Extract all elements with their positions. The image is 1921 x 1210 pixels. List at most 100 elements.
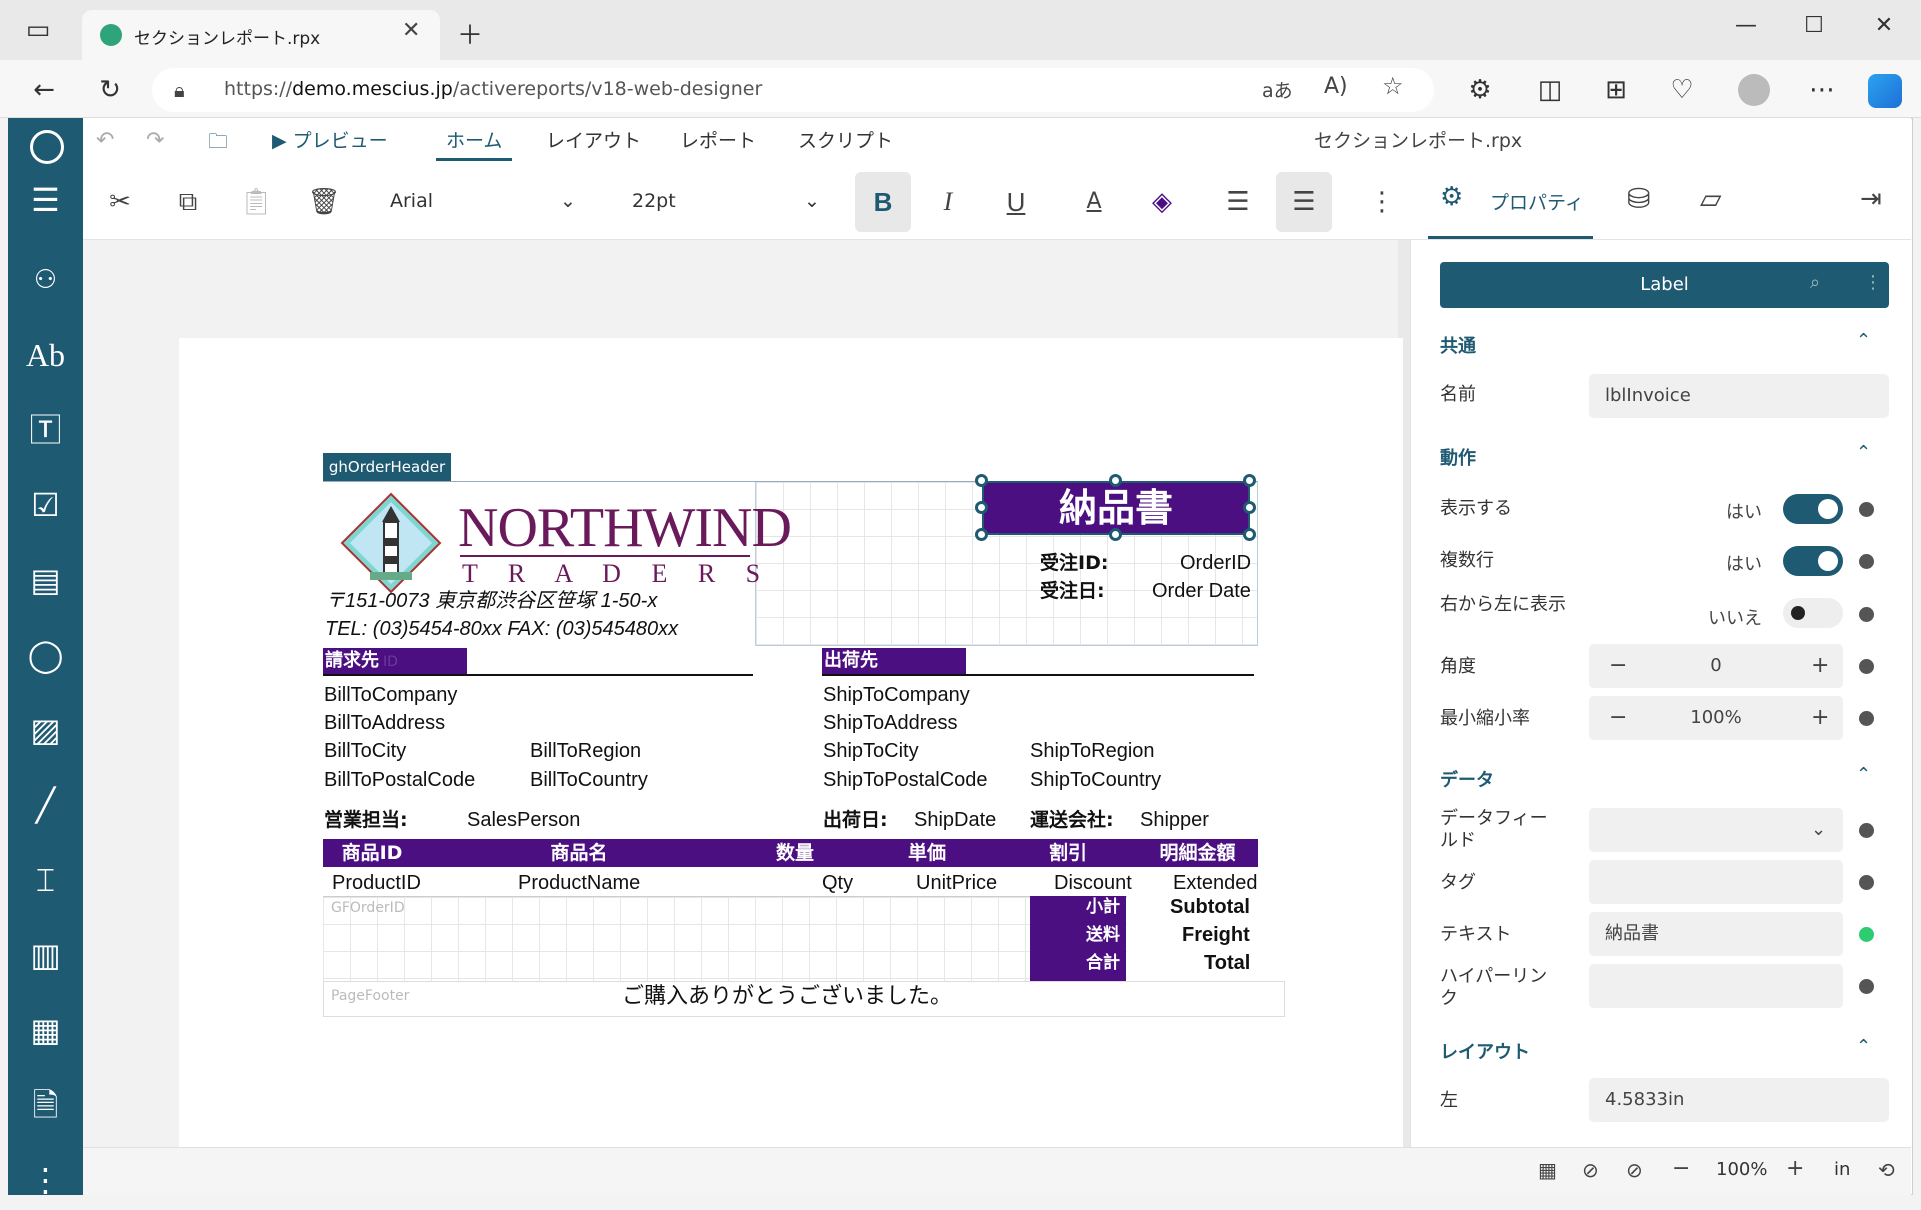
left-input[interactable]: 4.5833in — [1589, 1078, 1889, 1122]
tab-close-icon[interactable]: ✕ — [402, 18, 420, 43]
font-color-icon[interactable]: A — [1066, 172, 1122, 232]
ship-postal[interactable]: ShipToPostalCode — [823, 767, 988, 793]
control-type-bar[interactable]: Label ⌕ ⋮ — [1440, 262, 1889, 308]
increment-icon[interactable]: + — [1811, 644, 1829, 688]
visible-reset-dot[interactable] — [1859, 502, 1874, 517]
hyperlink-input[interactable] — [1589, 964, 1843, 1008]
order-id-label[interactable]: 受注ID: — [1040, 550, 1108, 576]
minimize-icon[interactable]: — — [1724, 4, 1768, 48]
background-color-icon[interactable]: ◈ — [1134, 172, 1190, 232]
bill-country[interactable]: BillToCountry — [530, 767, 648, 793]
col-header-unit-price[interactable]: 単価 — [855, 839, 999, 867]
freight-label[interactable]: 送料 — [1086, 922, 1120, 948]
paste-icon[interactable]: 📋︎ — [228, 172, 284, 232]
copilot-icon[interactable] — [1868, 74, 1902, 108]
chevron-up-icon[interactable]: ⌃ — [1856, 1036, 1871, 1057]
url-field[interactable]: 🔒︎ https://demo.mescius.jp/activereports… — [152, 68, 1434, 112]
bill-company[interactable]: BillToCompany — [324, 682, 457, 708]
label-tool-icon[interactable]: Ab — [8, 325, 83, 385]
kebab-menu-icon[interactable]: ⋮ — [1864, 272, 1882, 293]
hyperlink-reset-dot[interactable] — [1859, 979, 1874, 994]
bill-address[interactable]: BillToAddress — [324, 710, 445, 736]
chevron-up-icon[interactable]: ⌃ — [1856, 330, 1871, 351]
resize-handle-sw[interactable] — [975, 528, 988, 541]
resize-handle-w[interactable] — [975, 501, 988, 514]
copy-icon[interactable]: ⧉ — [160, 172, 216, 232]
reset-view-icon[interactable]: ⟲ — [1878, 1158, 1895, 1182]
chevron-up-icon[interactable]: ⌃ — [1856, 442, 1871, 463]
unit-selector[interactable]: in — [1834, 1159, 1850, 1180]
visible-toggle[interactable] — [1783, 494, 1843, 524]
ship-to-header[interactable]: 出荷先 — [822, 648, 966, 674]
minscale-stepper[interactable]: − 100% + — [1589, 696, 1843, 740]
back-icon[interactable]: ← — [22, 68, 66, 112]
more-icon[interactable]: ⋯ — [1800, 68, 1844, 112]
order-date-field[interactable]: Order Date — [1152, 578, 1251, 604]
search-icon[interactable]: ⌕ — [1810, 272, 1820, 293]
tab-script[interactable]: スクリプト — [798, 126, 893, 156]
shipdate-field[interactable]: ShipDate — [914, 807, 996, 833]
maximize-icon[interactable]: ☐ — [1792, 4, 1836, 48]
shipdate-label[interactable]: 出荷日: — [823, 807, 888, 833]
bill-postal[interactable]: BillToPostalCode — [324, 767, 475, 793]
zoom-out-icon[interactable]: − — [1672, 1156, 1690, 1181]
angle-reset-dot[interactable] — [1859, 659, 1874, 674]
extensions-icon[interactable]: ⚙ — [1458, 68, 1502, 112]
subtotal-label[interactable]: 小計 — [1086, 894, 1120, 920]
decrement-icon[interactable]: − — [1609, 696, 1627, 740]
preview-button[interactable]: ▶ プレビュー — [272, 126, 388, 156]
barcode-tool-icon[interactable]: ▥ — [8, 925, 83, 985]
immersive-reader-icon[interactable]: A) — [1324, 74, 1348, 99]
underline-button[interactable]: U — [988, 172, 1044, 232]
crossline-tool-icon[interactable]: ⋮ — [8, 1150, 83, 1210]
window-close-icon[interactable]: ✕ — [1862, 4, 1906, 48]
pagebreak-tool-icon[interactable]: ⌶ — [8, 850, 83, 910]
collections-icon[interactable]: ⊞ — [1594, 68, 1638, 112]
decrement-icon[interactable]: − — [1609, 644, 1627, 688]
font-size-select[interactable]: 22pt ⌄ — [632, 178, 822, 224]
properties-gear-icon[interactable]: ⚙ — [1440, 182, 1463, 212]
total-field[interactable]: Total — [1204, 950, 1250, 976]
bill-region[interactable]: BillToRegion — [530, 738, 641, 764]
tag-reset-dot[interactable] — [1859, 875, 1874, 890]
richtext-tool-icon[interactable]: ▤ — [8, 550, 83, 610]
order-id-field[interactable]: OrderID — [1180, 550, 1251, 576]
section-common[interactable]: 共通 — [1440, 332, 1476, 358]
snap-grid-icon[interactable]: ⊘ — [1626, 1158, 1643, 1182]
open-folder-icon[interactable]: 🗀 — [208, 126, 228, 156]
name-input[interactable]: lblInvoice — [1589, 374, 1889, 418]
font-family-select[interactable]: Arial ⌄ — [390, 178, 580, 224]
sales-field[interactable]: SalesPerson — [467, 807, 580, 833]
tab-report[interactable]: レポート — [680, 126, 756, 156]
tag-input[interactable] — [1589, 860, 1843, 904]
rtl-reset-dot[interactable] — [1859, 607, 1874, 622]
col-header-product-id[interactable]: 商品ID — [323, 839, 421, 867]
report-explorer-icon[interactable]: ⚇ — [8, 250, 83, 310]
subreport-tool-icon[interactable]: ▦ — [8, 1000, 83, 1060]
collapse-panel-icon[interactable]: ⇥ — [1860, 184, 1882, 214]
angle-stepper[interactable]: − 0 + — [1589, 644, 1843, 688]
chevron-up-icon[interactable]: ⌃ — [1856, 764, 1871, 785]
align-center-icon[interactable]: ☰ — [1276, 172, 1332, 232]
sales-label[interactable]: 営業担当: — [324, 807, 408, 833]
grid-toggle-icon[interactable]: ▦ — [1538, 1158, 1557, 1182]
favorite-star-icon[interactable]: ☆ — [1382, 72, 1404, 100]
datafield-select[interactable]: ⌄ — [1589, 808, 1843, 852]
col-header-extended[interactable]: 明細金額 — [1137, 839, 1258, 867]
multiline-toggle[interactable] — [1783, 546, 1843, 576]
checkbox-tool-icon[interactable]: ☑ — [8, 475, 83, 535]
bold-button[interactable]: B — [855, 172, 911, 232]
italic-button[interactable]: I — [920, 172, 976, 232]
thanks-message[interactable]: ご購入ありがとうございました。 — [622, 984, 952, 1010]
hamburger-menu-icon[interactable]: ☰ — [8, 170, 83, 230]
subtotal-field[interactable]: Subtotal — [1170, 894, 1250, 920]
resize-handle-nw[interactable] — [975, 474, 988, 487]
col-header-qty[interactable]: 数量 — [737, 839, 853, 867]
shipper-field[interactable]: Shipper — [1140, 807, 1209, 833]
bill-city[interactable]: BillToCity — [324, 738, 406, 764]
detail-qty[interactable]: Qty — [822, 870, 853, 896]
section-layout[interactable]: レイアウト — [1440, 1038, 1530, 1064]
undo-icon[interactable]: ↶ — [96, 126, 114, 156]
company-tel[interactable]: TEL: (03)5454-80xx FAX: (03)545480xx — [325, 616, 678, 642]
shape-tool-icon[interactable]: ◯ — [8, 625, 83, 685]
